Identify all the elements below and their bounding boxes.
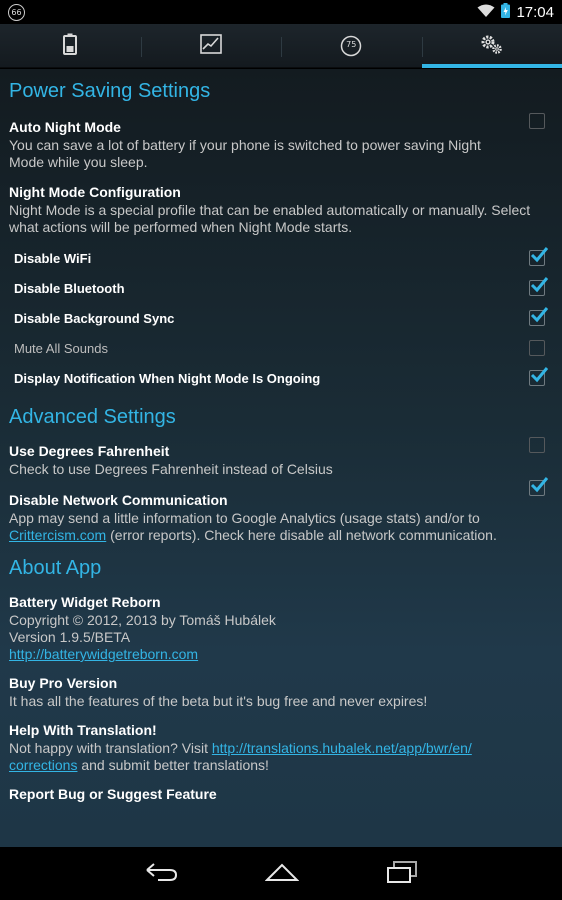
- pref-title: Auto Night Mode: [9, 119, 121, 135]
- pref-title: Help With Translation!: [9, 722, 157, 738]
- tab-divider: [140, 37, 142, 57]
- pref-title: Battery Widget Reborn: [9, 594, 161, 610]
- version-text: Version 1.9.5/BETA: [9, 629, 131, 645]
- pref-auto-night-mode[interactable]: Auto Night Mode You can save a lot of ba…: [9, 113, 553, 171]
- translation-link[interactable]: http://translations.hubalek.net/app/bwr/…: [212, 740, 472, 756]
- option-label: Mute All Sounds: [14, 340, 108, 356]
- option-display-notification[interactable]: Display Notification When Night Mode Is …: [9, 363, 553, 393]
- battery-icon: [63, 33, 78, 59]
- disable-background-sync-checkbox[interactable]: [529, 307, 549, 326]
- option-label: Disable WiFi: [14, 250, 92, 266]
- status-bar: 66 17:04: [0, 0, 562, 24]
- summary-text: App may send a little information to Goo…: [9, 510, 480, 526]
- pref-title: Disable Network Communication: [9, 492, 228, 508]
- settings-content[interactable]: Power Saving Settings Auto Night Mode Yo…: [0, 69, 562, 847]
- wifi-icon: [477, 3, 495, 22]
- section-advanced: Advanced Settings: [9, 405, 176, 428]
- disable-network-checkbox[interactable]: [529, 477, 549, 496]
- option-disable-background-sync[interactable]: Disable Background Sync: [9, 303, 553, 333]
- pref-help-translation[interactable]: Help With Translation! Not happy with tr…: [9, 720, 553, 774]
- tab-graph[interactable]: [140, 24, 282, 67]
- tab-battery[interactable]: [0, 24, 141, 67]
- checkmark-icon: [530, 247, 549, 263]
- section-power-saving: Power Saving Settings: [9, 79, 211, 102]
- recent-apps-icon[interactable]: [386, 860, 418, 888]
- section-about: About App: [9, 556, 102, 579]
- pref-title: Report Bug or Suggest Feature: [9, 786, 217, 802]
- pref-app-info[interactable]: Battery Widget Reborn Copyright © 2012, …: [9, 592, 553, 663]
- navigation-bar: [0, 847, 562, 900]
- pref-title: Use Degrees Fahrenheit: [9, 443, 170, 459]
- home-icon[interactable]: [264, 862, 300, 886]
- display-notification-checkbox[interactable]: [529, 367, 549, 386]
- pref-title: Night Mode Configuration: [9, 184, 181, 200]
- pref-summary: It has all the features of the beta but …: [9, 693, 428, 709]
- battery-status-icon: [501, 2, 511, 22]
- pref-summary: Night Mode is a special profile that can…: [9, 202, 531, 235]
- tab-divider: [421, 37, 423, 57]
- mute-all-sounds-checkbox[interactable]: [529, 340, 545, 356]
- gears-icon: [480, 33, 504, 59]
- pref-report-bug[interactable]: Report Bug or Suggest Feature: [9, 784, 553, 804]
- checkmark-icon: [530, 477, 549, 493]
- pref-summary: You can save a lot of battery if your ph…: [9, 137, 481, 170]
- option-label: Display Notification When Night Mode Is …: [14, 370, 321, 386]
- pref-summary: Check to use Degrees Fahrenheit instead …: [9, 461, 333, 477]
- disable-wifi-checkbox[interactable]: [529, 247, 549, 266]
- option-mute-all-sounds[interactable]: Mute All Sounds: [9, 333, 553, 363]
- crittercism-link[interactable]: Crittercism.com: [9, 527, 106, 543]
- clock: 17:04: [516, 3, 554, 21]
- option-label: Disable Bluetooth: [14, 280, 125, 296]
- checkmark-icon: [530, 367, 549, 383]
- pref-disable-network[interactable]: Disable Network Communication App may se…: [9, 477, 553, 544]
- corrections-link[interactable]: corrections: [9, 757, 77, 773]
- summary-text: and submit better translations!: [77, 757, 269, 773]
- auto-night-mode-checkbox[interactable]: [529, 113, 545, 129]
- pref-summary: App may send a little information to Goo…: [9, 510, 517, 544]
- website-link[interactable]: http://batterywidgetreborn.com: [9, 646, 198, 662]
- pref-title: Buy Pro Version: [9, 675, 118, 691]
- option-disable-bluetooth[interactable]: Disable Bluetooth: [9, 273, 553, 303]
- option-label: Disable Background Sync: [14, 310, 175, 326]
- tab-settings[interactable]: [421, 24, 562, 68]
- gauge-value: 75: [346, 39, 357, 49]
- tab-gauge[interactable]: 75: [281, 24, 422, 67]
- checkmark-icon: [530, 307, 549, 323]
- tab-bar: 75: [0, 24, 562, 68]
- pref-fahrenheit[interactable]: Use Degrees Fahrenheit Check to use Degr…: [9, 437, 553, 478]
- copyright-text: Copyright © 2012, 2013 by Tomáš Hubálek: [9, 612, 276, 628]
- gauge-icon: 75: [340, 35, 362, 57]
- graph-icon: [199, 33, 222, 58]
- pref-buy-pro[interactable]: Buy Pro Version It has all the features …: [9, 673, 553, 710]
- fahrenheit-checkbox[interactable]: [529, 437, 545, 453]
- summary-text: Not happy with translation? Visit: [9, 740, 212, 756]
- disable-bluetooth-checkbox[interactable]: [529, 277, 549, 296]
- option-disable-wifi[interactable]: Disable WiFi: [9, 243, 553, 273]
- summary-text: (error reports). Check here disable all …: [106, 527, 497, 543]
- checkmark-icon: [530, 277, 549, 293]
- pref-night-mode-config[interactable]: Night Mode Configuration Night Mode is a…: [9, 182, 553, 236]
- tab-divider: [281, 37, 282, 57]
- notification-badge-icon: 66: [8, 3, 25, 21]
- back-icon[interactable]: [144, 862, 178, 886]
- pref-summary: Not happy with translation? Visit http:/…: [9, 740, 547, 774]
